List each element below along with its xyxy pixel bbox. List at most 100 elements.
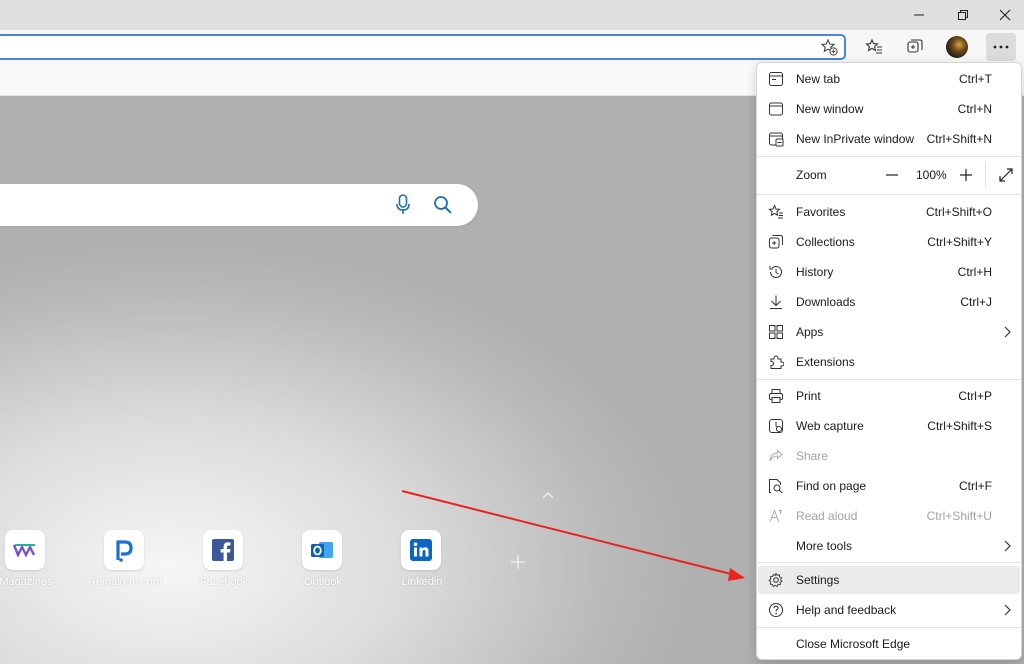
quick-link-linkedin[interactable]: Linkedin	[387, 530, 457, 600]
menu-item-shortcut: Ctrl+Shift+N	[926, 132, 992, 146]
menu-item-label: Favorites	[796, 205, 846, 219]
linkedin-icon	[410, 539, 432, 561]
voice-search-button[interactable]	[392, 194, 414, 216]
menu-item-new-inprivate-window[interactable]: New InPrivate window Ctrl+Shift+N	[758, 125, 1020, 153]
menu-item-label: Web capture	[796, 419, 864, 433]
toolbar	[0, 30, 1024, 64]
linkedin-logo	[401, 530, 441, 570]
printer-icon	[769, 389, 783, 403]
menu-item-label: Print	[796, 389, 821, 403]
menu-item-label: Extensions	[796, 355, 855, 369]
help-icon	[769, 603, 783, 617]
remaloan-icon	[116, 540, 133, 562]
menu-item-print[interactable]: Print Ctrl+P	[758, 382, 1020, 410]
restore-button[interactable]	[940, 0, 986, 30]
menu-item-label: New window	[796, 102, 864, 116]
quick-link-outlook[interactable]: Outlook	[288, 530, 358, 600]
menu-item-extensions[interactable]: Extensions	[758, 348, 1020, 376]
zoom-in-button[interactable]	[954, 161, 978, 189]
quick-link-magazines[interactable]: Magazines	[0, 530, 61, 600]
menu-item-new-window[interactable]: New window Ctrl+N	[758, 95, 1020, 123]
menu-item-zoom: Zoom 100%	[758, 161, 1020, 189]
menu-separator	[757, 194, 1021, 195]
microphone-icon	[396, 194, 410, 214]
chevron-right-icon	[1004, 540, 1011, 552]
facebook-icon	[212, 539, 234, 561]
avatar	[946, 36, 968, 58]
menu-item-history[interactable]: History Ctrl+H	[758, 258, 1020, 286]
collections-button[interactable]	[900, 33, 930, 61]
quick-link-label: Linkedin	[401, 576, 443, 588]
web-search-box[interactable]	[0, 184, 478, 226]
menu-item-label: Close Microsoft Edge	[796, 637, 911, 651]
share-icon	[769, 449, 783, 462]
find-on-page-icon	[769, 479, 783, 494]
menu-item-favorites[interactable]: Favorites Ctrl+Shift+O	[758, 198, 1020, 226]
read-aloud-icon	[769, 509, 783, 523]
menu-item-label: Collections	[796, 235, 855, 249]
search-icon	[434, 196, 452, 214]
full-screen-button[interactable]	[994, 161, 1018, 189]
quick-link-label: Outlook	[304, 576, 342, 588]
menu-item-web-capture[interactable]: Web capture Ctrl+Shift+S	[758, 412, 1020, 440]
address-bar[interactable]	[0, 34, 846, 60]
menu-item-apps[interactable]: Apps	[758, 318, 1020, 346]
menu-item-shortcut: Ctrl+Shift+Y	[927, 235, 992, 249]
menu-item-shortcut: Ctrl+F	[959, 479, 992, 493]
menu-item-shortcut: Ctrl+Shift+O	[925, 205, 992, 219]
menu-item-new-tab[interactable]: New tab Ctrl+T	[758, 65, 1020, 93]
minimize-button[interactable]	[896, 0, 942, 30]
more-dots-icon	[993, 45, 1009, 49]
menu-item-shortcut: Ctrl+H	[957, 265, 992, 279]
favorites-icon	[865, 38, 882, 54]
profile-button[interactable]	[942, 33, 972, 61]
collections-icon	[907, 39, 923, 53]
new-tab-icon	[769, 72, 783, 86]
facebook-logo	[203, 530, 243, 570]
quick-link-remaloan[interactable]: Remaloan.com	[88, 530, 162, 600]
menu-item-shortcut: Ctrl+P	[958, 389, 992, 403]
quick-link-label: Remaloan.com	[88, 576, 162, 588]
collapse-chevron[interactable]	[540, 490, 556, 500]
menu-item-label: Downloads	[796, 295, 856, 309]
close-icon	[999, 9, 1011, 21]
menu-item-close-microsoft-edge[interactable]: Close Microsoft Edge	[758, 630, 1020, 658]
settings-and-more-button[interactable]	[986, 33, 1016, 61]
menu-item-label: Read aloud	[796, 509, 858, 523]
menu-item-more-tools[interactable]: More tools	[758, 532, 1020, 560]
menu-item-label: Share	[796, 449, 829, 463]
menu-separator	[757, 562, 1021, 563]
favorites-button[interactable]	[859, 33, 889, 61]
magazines-logo	[5, 530, 45, 570]
menu-item-label: Apps	[796, 325, 824, 339]
menu-item-collections[interactable]: Collections Ctrl+Shift+Y	[758, 228, 1020, 256]
add-favorite-button[interactable]	[820, 38, 838, 56]
quick-link-label: Facebook	[199, 576, 249, 588]
search-button[interactable]	[432, 194, 454, 216]
puzzle-icon	[770, 355, 784, 369]
menu-item-share[interactable]: Share	[758, 442, 1020, 470]
plus-icon	[511, 555, 525, 569]
new-window-icon	[769, 102, 783, 116]
apps-icon	[769, 325, 783, 339]
chevron-right-icon	[1004, 326, 1011, 338]
chevron-right-icon	[1004, 604, 1011, 616]
menu-item-shortcut: Ctrl+Shift+U	[926, 509, 992, 523]
menu-item-settings[interactable]: Settings	[758, 566, 1020, 594]
zoom-level: 100%	[916, 168, 947, 182]
menu-item-help-and-feedback[interactable]: Help and feedback	[758, 596, 1020, 624]
minimize-icon	[914, 14, 924, 16]
menu-separator	[757, 156, 1021, 157]
restore-icon	[958, 10, 968, 20]
quick-link-facebook[interactable]: Facebook	[189, 530, 259, 600]
outlook-icon	[311, 542, 333, 558]
close-window-button[interactable]	[982, 0, 1024, 30]
zoom-out-button[interactable]	[880, 161, 904, 189]
menu-item-read-aloud[interactable]: Read aloud Ctrl+Shift+U	[758, 502, 1020, 530]
add-shortcut-button[interactable]	[508, 552, 528, 572]
menu-item-label: More tools	[796, 539, 853, 553]
menu-item-label: Find on page	[796, 479, 867, 493]
menu-item-downloads[interactable]: Downloads Ctrl+J	[758, 288, 1020, 316]
download-icon	[770, 295, 782, 309]
menu-item-find-on-page[interactable]: Find on page Ctrl+F	[758, 472, 1020, 500]
